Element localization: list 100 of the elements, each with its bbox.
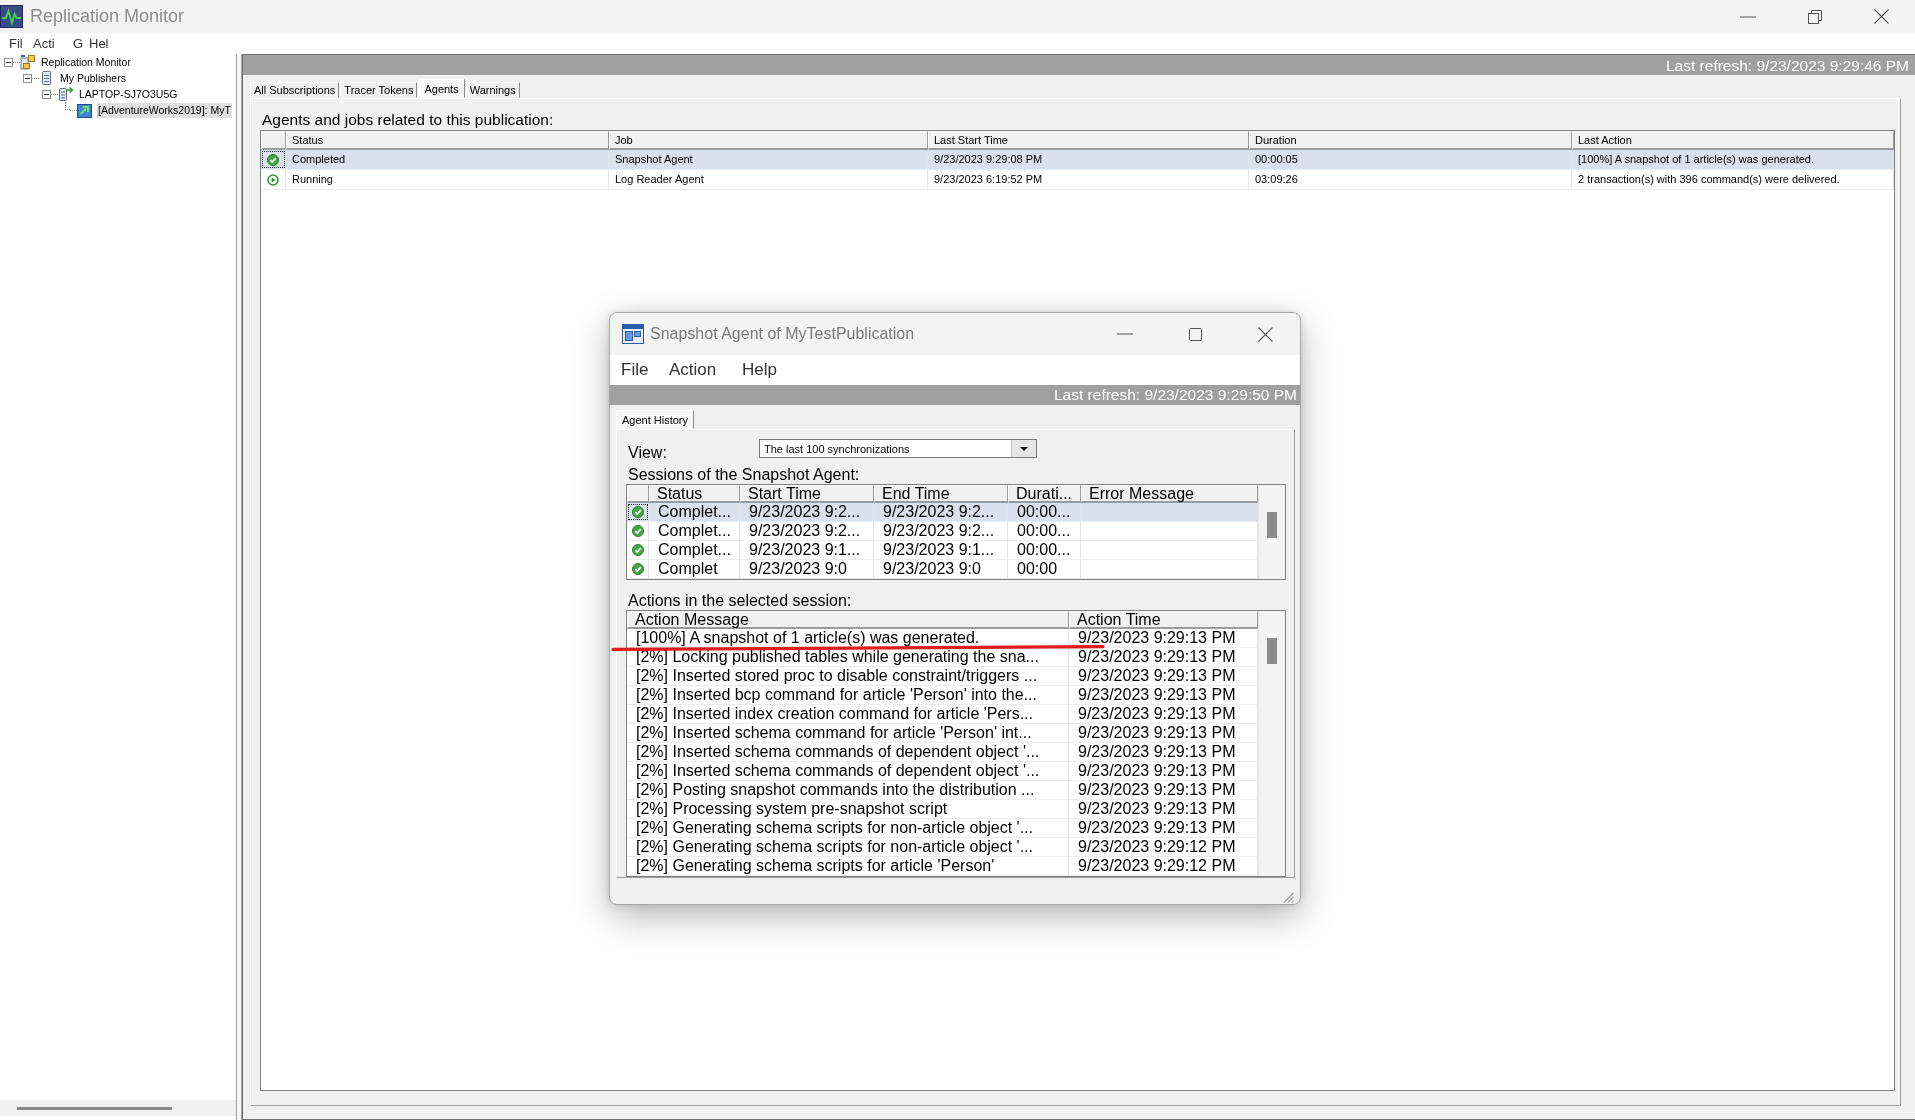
table-cell: 2 transaction(s) with 396 command(s) were delivered.: [1572, 170, 1894, 189]
table-cell: 9/23/2023 9:1...: [740, 541, 874, 559]
menu-item[interactable]: Action: [669, 360, 742, 380]
column-header[interactable]: Durati...: [1008, 485, 1081, 503]
window-title: Replication Monitor: [30, 6, 185, 27]
table-cell: Complet...: [649, 522, 740, 540]
resize-grip-icon[interactable]: [1283, 892, 1294, 903]
tab[interactable]: Warnings: [465, 82, 520, 98]
table-cell: [100%] A snapshot of 1 article(s) was generated.: [1572, 150, 1894, 169]
table-cell: 9/23/2023 9:2...: [874, 503, 1008, 521]
column-header[interactable]: Action Time: [1069, 611, 1258, 629]
table-row[interactable]: Running Log Reader Agent 9/23/2023 6:19:52 PM 03:09:26 2 transaction(s) with 396 command(s) were delivered.: [261, 170, 1894, 190]
table-cell: 9/23/2023 9:0: [740, 560, 874, 578]
close-icon: [1257, 326, 1273, 342]
table-cell: 00:00...: [1008, 522, 1081, 540]
column-header[interactable]: End Time: [874, 485, 1008, 503]
tree-item[interactable]: Replication Monitor: [40, 54, 132, 70]
menu-item[interactable]: Hel: [89, 36, 109, 51]
table-row[interactable]: Complet 9/23/2023 9:0 9/23/2023 9:0 00:00: [627, 560, 1258, 579]
refresh-status-bar: Last refresh: 9/23/2023 9:29:50 PM: [610, 385, 1300, 405]
scrollbar-thumb[interactable]: [1267, 638, 1277, 664]
table-cell: [2%] Locking published tables while generating the sna...: [627, 648, 1069, 666]
table-cell: [2%] Inserted schema commands of dependent object '...: [627, 762, 1069, 780]
table-cell: [2%] Posting snapshot commands into the distribution ...: [627, 781, 1069, 799]
check-circle-icon: [631, 563, 644, 575]
table-cell: [2%] Generating schema scripts for article 'Person': [627, 857, 1069, 875]
grid-caption: Actions in the selected session:: [628, 592, 852, 610]
column-header[interactable]: Last Action: [1572, 131, 1894, 150]
dropdown-button[interactable]: [1011, 440, 1036, 457]
minimize-icon: [1739, 15, 1756, 18]
column-header[interactable]: Start Time: [740, 485, 874, 503]
table-cell: 9/23/2023 9:2...: [740, 503, 874, 521]
table-cell: 03:09:26: [1249, 170, 1572, 189]
table-cell: [2%] Inserted schema command for article 'Person' int...: [627, 724, 1069, 742]
table-cell: 00:00...: [1008, 503, 1081, 521]
table-cell: Completed: [286, 150, 609, 169]
menu-item[interactable]: File: [621, 360, 669, 380]
table-cell: Snapshot Agent: [609, 150, 928, 169]
table-cell: 9/23/2023 9:0: [874, 560, 1008, 578]
column-header[interactable]: Action Message: [627, 611, 1069, 629]
server-folder-icon: [20, 54, 36, 70]
table-cell: 9/23/2023 9:1...: [874, 541, 1008, 559]
check-circle-icon: [631, 525, 644, 537]
vertical-scrollbar[interactable]: [1258, 611, 1285, 876]
table-row[interactable]: Complet... 9/23/2023 9:1... 9/23/2023 9:1... 00:00...: [627, 541, 1258, 560]
tab[interactable]: Agent History: [616, 410, 695, 429]
tree-item[interactable]: LAPTOP-SJ7O3U5G: [78, 86, 179, 102]
window-title: Snapshot Agent of MyTestPublication: [650, 325, 915, 343]
close-icon: [1874, 9, 1889, 24]
window-icon: [622, 323, 644, 345]
table-cell: 00:00:05: [1249, 150, 1572, 169]
table-cell: [2%] Inserted bcp command for article 'Person' into the...: [627, 686, 1069, 704]
table-cell: [2%] Inserted stored proc to disable constraint/triggers ...: [627, 667, 1069, 685]
tab[interactable]: Agents: [418, 79, 465, 98]
menu-item[interactable]: Fil: [9, 36, 33, 51]
scrollbar-thumb[interactable]: [17, 1106, 172, 1110]
column-header[interactable]: Status: [286, 131, 609, 150]
grid-caption: Sessions of the Snapshot Agent:: [628, 466, 860, 484]
tree-item[interactable]: My Publishers: [59, 70, 127, 86]
table-cell: [2%] Generating schema scripts for non-article object '...: [627, 838, 1069, 856]
menu-item[interactable]: Acti: [33, 36, 73, 51]
view-dropdown[interactable]: The last 100 synchronizations: [759, 439, 1037, 458]
server-arrow-icon: [58, 86, 74, 102]
minus-box-icon[interactable]: [23, 73, 32, 83]
field-label: View:: [628, 444, 667, 462]
table-cell: 9/23/2023 6:19:52 PM: [928, 170, 1249, 189]
table-cell: 00:00...: [1008, 541, 1081, 559]
tab[interactable]: Tracer Tokens: [340, 82, 418, 98]
minus-box-icon[interactable]: [42, 89, 51, 99]
check-circle-icon: [631, 506, 644, 518]
table-row[interactable]: Complet... 9/23/2023 9:2... 9/23/2023 9:2... 00:00...: [627, 522, 1258, 541]
table-cell: Complet...: [649, 503, 740, 521]
scrollbar-thumb[interactable]: [1267, 512, 1277, 538]
vertical-scrollbar[interactable]: [1258, 485, 1285, 579]
table-cell: 9/23/2023 9:29:08 PM: [928, 150, 1249, 169]
menu-item[interactable]: G: [73, 36, 89, 51]
menu-item[interactable]: Help: [742, 360, 777, 380]
column-header[interactable]: Error Message: [1081, 485, 1258, 503]
table-row[interactable]: Completed Snapshot Agent 9/23/2023 9:29:08 PM 00:00:05 [100%] A snapshot of 1 article(s) was generated.: [261, 150, 1894, 170]
table-cell: [2%] Inserted schema commands of dependent object '...: [627, 743, 1069, 761]
maximize-icon: [1188, 327, 1202, 341]
column-header[interactable]: Status: [649, 485, 740, 503]
table-cell: 9/23/2023 9:2...: [874, 522, 1008, 540]
column-header[interactable]: Duration: [1249, 131, 1572, 150]
table-cell: Complet...: [649, 541, 740, 559]
table-cell: [2%] Inserted index creation command for article 'Pers...: [627, 705, 1069, 723]
minimize-icon: [1117, 333, 1133, 335]
minus-box-icon[interactable]: [4, 57, 13, 67]
tree-item[interactable]: [AdventureWorks2019]: MyT: [97, 102, 232, 118]
table-cell: [2%] Processing system pre-snapshot script: [627, 800, 1069, 818]
column-header[interactable]: Last Start Time: [928, 131, 1249, 150]
grid-caption: Agents and jobs related to this publication:: [262, 110, 554, 130]
table-row[interactable]: Complet... 9/23/2023 9:2... 9/23/2023 9:2... 00:00...: [627, 503, 1258, 522]
column-header[interactable]: Job: [609, 131, 928, 150]
tab[interactable]: All Subscriptions: [250, 82, 340, 98]
check-circle-icon: [267, 153, 279, 166]
horizontal-scrollbar[interactable]: [0, 1100, 236, 1116]
table-cell: 9/23/2023 9:2...: [740, 522, 874, 540]
restore-icon: [1807, 9, 1822, 24]
table-cell: [2%] Generating schema scripts for non-article object '...: [627, 819, 1069, 837]
